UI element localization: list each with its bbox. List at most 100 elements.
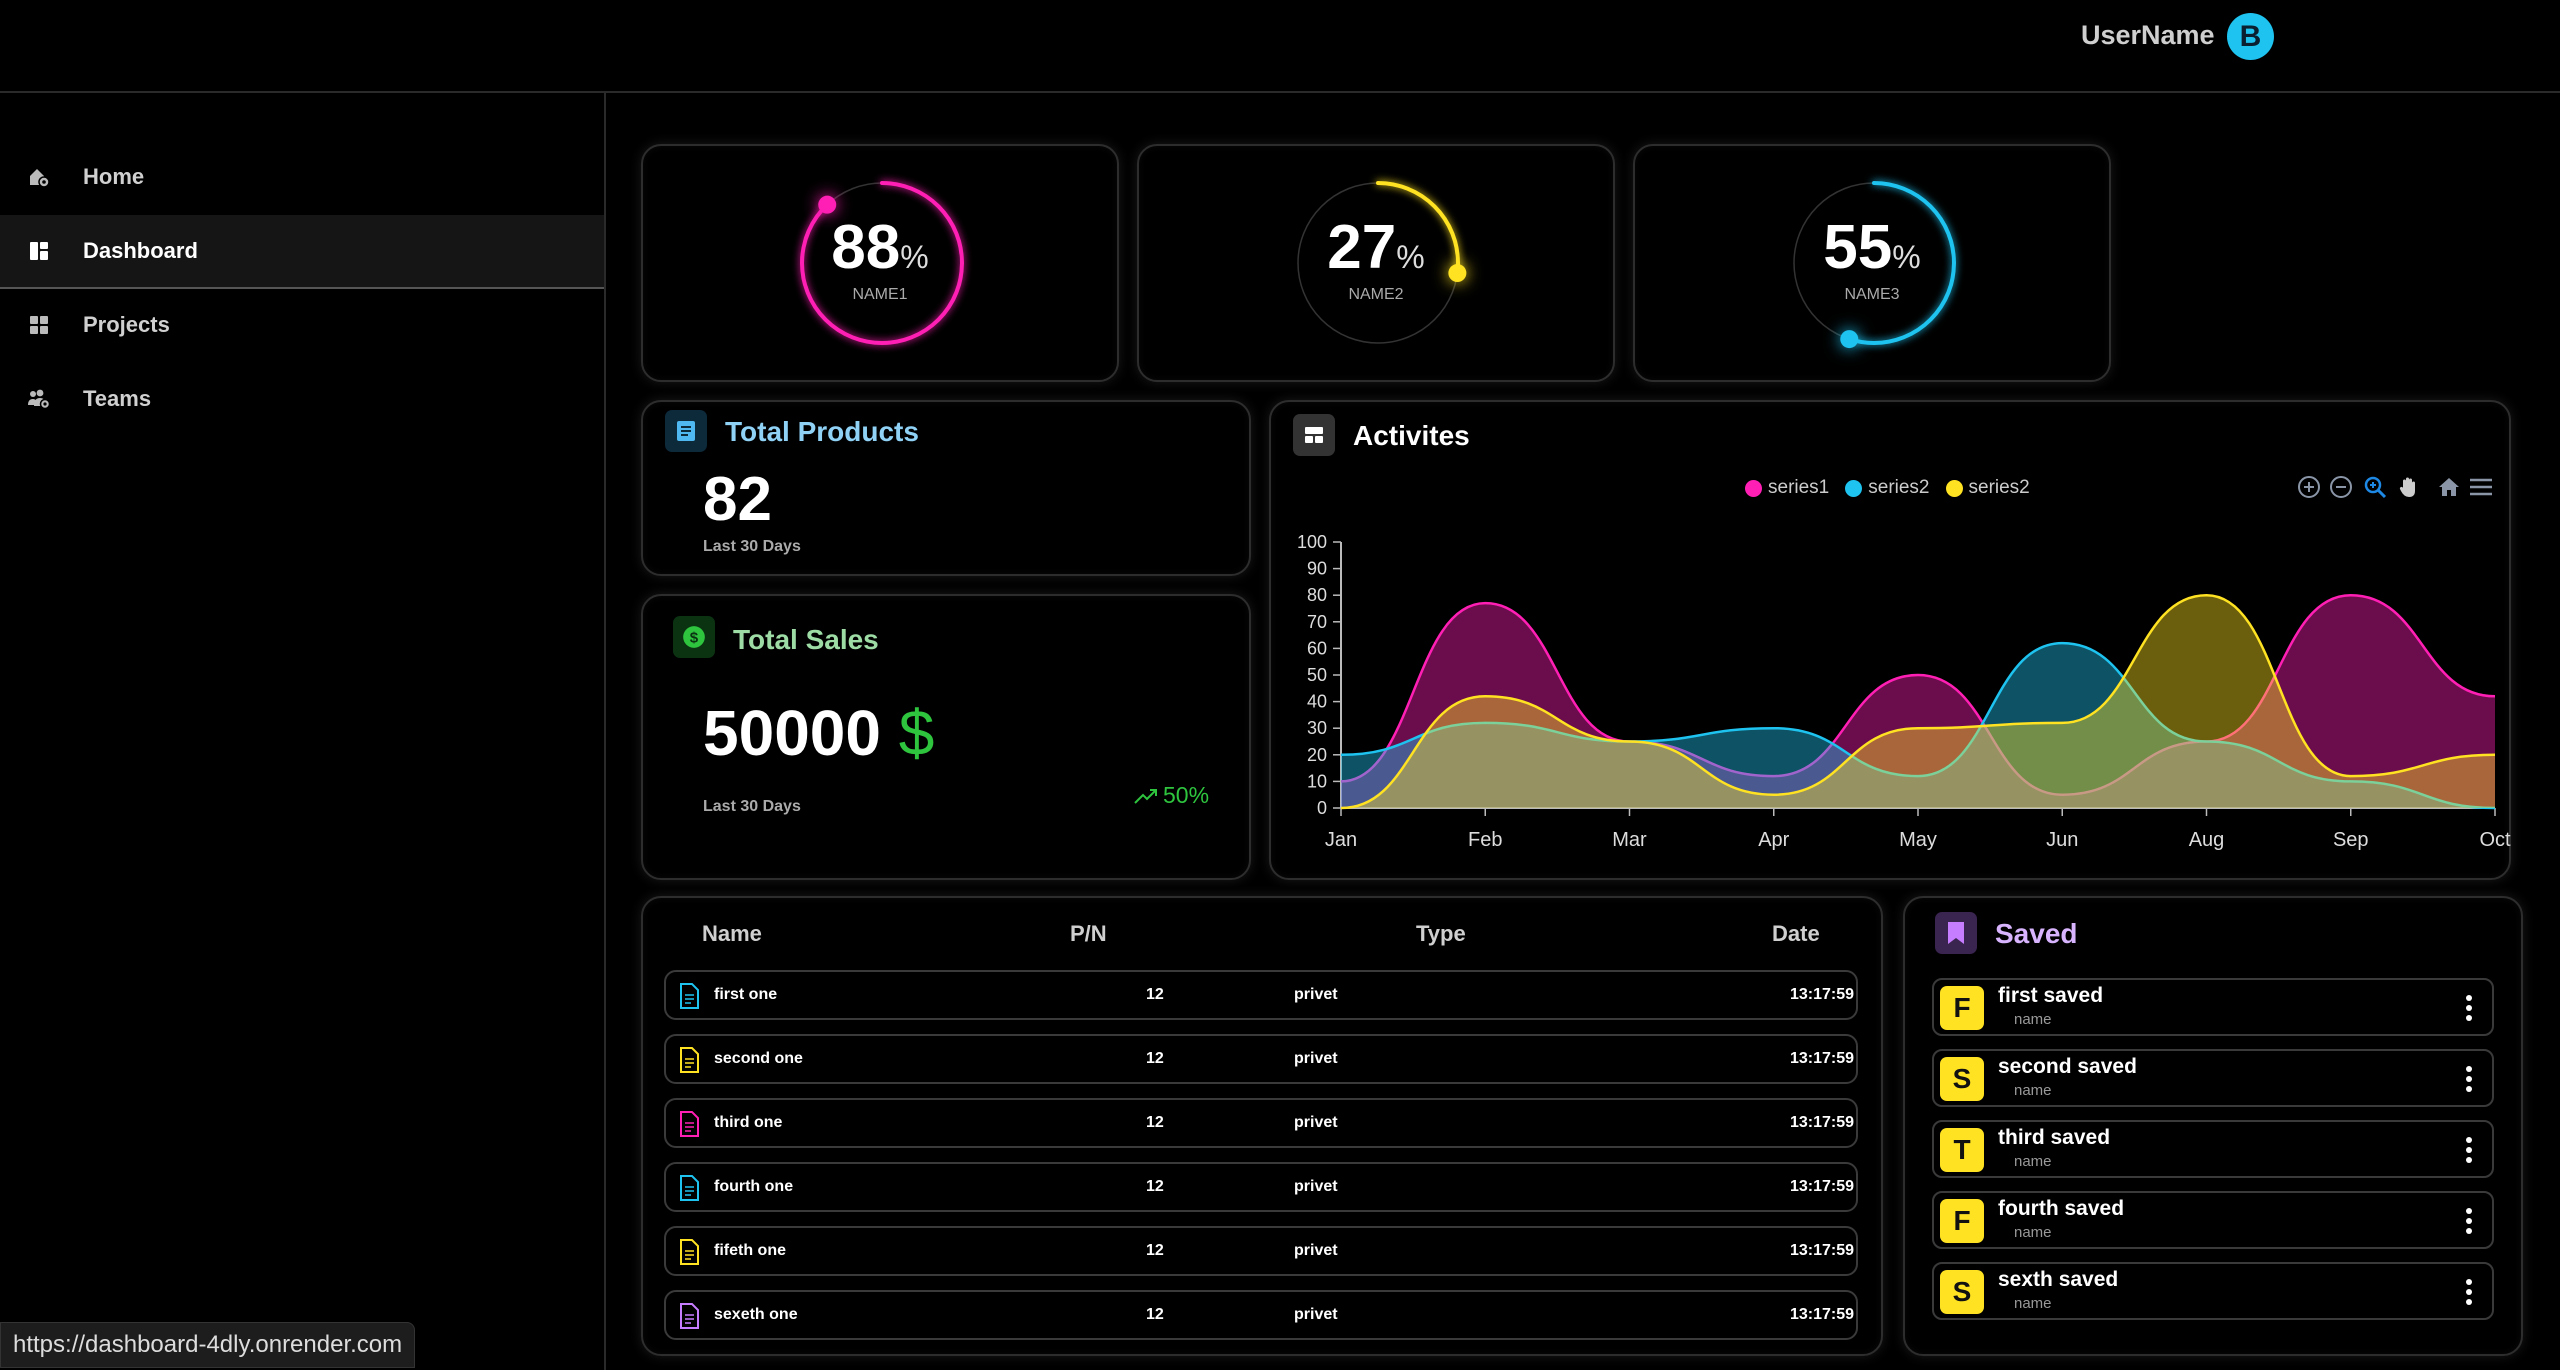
row-pn: 12	[1146, 986, 1164, 1003]
file-icon	[680, 1175, 699, 1201]
x-tick-label: Mar	[1612, 829, 1647, 851]
saved-item-title: fourth saved	[1998, 1197, 2125, 1220]
x-tick-label: May	[1899, 829, 1937, 851]
username-label: UserName	[2081, 20, 2215, 50]
column-header-name[interactable]: Name	[702, 921, 762, 947]
y-tick-label: 100	[1297, 532, 1327, 552]
x-tick-label: Oct	[2479, 829, 2511, 851]
table-row[interactable]: third one 12 privet 13:17:59	[664, 1098, 1858, 1148]
sidebar-item-dashboard[interactable]: Dashboard	[0, 215, 604, 289]
zoom-in-icon[interactable]	[2296, 474, 2322, 500]
saved-letter-badge: T	[1940, 1128, 1984, 1172]
row-date: 13:17:59	[1790, 1306, 1855, 1323]
y-tick-label: 70	[1307, 612, 1327, 632]
activities-area-chart: 0 10 20 30 40 50 60 70 80 90 100 Jan Feb Mar Apr May Jun…	[1297, 532, 2511, 851]
total-sales-value: 50000 $	[703, 697, 935, 769]
gauge-value: 55%	[1823, 213, 1921, 282]
saved-item-subtitle: name	[2014, 1082, 2052, 1099]
total-products-card: Total Products 82 Last 30 Days	[641, 400, 1251, 576]
reset-home-icon[interactable]	[2436, 474, 2462, 500]
gauge-label: NAME2	[1348, 286, 1404, 303]
row-date: 13:17:59	[1790, 1178, 1855, 1195]
saved-item-subtitle: name	[2014, 1011, 2052, 1028]
row-type: privet	[1294, 1242, 1338, 1259]
y-tick-label: 90	[1307, 559, 1327, 579]
gauge-label: NAME1	[852, 286, 908, 303]
bookmark-icon	[1935, 912, 1977, 954]
file-icon	[680, 1111, 699, 1137]
y-tick-label: 50	[1307, 665, 1327, 685]
sidebar-item-projects[interactable]: Projects	[0, 289, 604, 361]
column-header-date[interactable]: Date	[1772, 921, 1820, 947]
saved-item-subtitle: name	[2014, 1295, 2052, 1312]
legend-item-series3[interactable]: series2	[1945, 477, 2030, 499]
y-tick-label: 40	[1307, 692, 1327, 712]
saved-item-title: third saved	[1998, 1126, 2111, 1149]
y-tick-label: 0	[1317, 798, 1327, 818]
y-tick-label: 20	[1307, 745, 1327, 765]
sidebar: Home Dashboard Projects Teams	[0, 93, 606, 1370]
grid-icon	[30, 316, 48, 334]
table-row[interactable]: fifeth one 12 privet 13:17:59	[664, 1226, 1858, 1276]
row-type: privet	[1294, 1178, 1338, 1195]
table-row[interactable]: sexeth one 12 privet 13:17:59	[664, 1290, 1858, 1340]
column-header-type[interactable]: Type	[1416, 921, 1466, 947]
file-icon	[680, 1303, 699, 1329]
trending-up-icon	[1134, 788, 1157, 804]
home-settings-icon	[30, 169, 50, 188]
selection-zoom-icon[interactable]	[2362, 474, 2388, 500]
saved-item[interactable]: Ssecond saved name	[1932, 1049, 2494, 1107]
x-tick-label: Apr	[1758, 829, 1789, 851]
table-row[interactable]: first one 12 privet 13:17:59	[664, 970, 1858, 1020]
pan-hand-icon[interactable]	[2396, 474, 2422, 500]
gauge-card-name3: 55% NAME3	[1633, 144, 2111, 382]
table-row[interactable]: fourth one 12 privet 13:17:59	[664, 1162, 1858, 1212]
row-pn: 12	[1146, 1178, 1164, 1195]
file-icon	[680, 1239, 699, 1265]
sidebar-item-label: Projects	[83, 312, 170, 337]
top-bar: UserName B	[0, 0, 2560, 93]
total-sales-period: Last 30 Days	[703, 798, 801, 815]
row-name: first one	[714, 986, 778, 1003]
legend-item-series1[interactable]: series1	[1745, 477, 1829, 499]
row-type: privet	[1294, 986, 1338, 1003]
more-vertical-icon[interactable]	[2464, 1206, 2474, 1236]
trend-indicator: 50%	[1133, 782, 1209, 809]
link-preview-statusbar: https://dashboard-4dly.onrender.com	[0, 1322, 416, 1368]
saved-item[interactable]: Ffirst saved name	[1932, 978, 2494, 1036]
more-vertical-icon[interactable]	[2464, 1064, 2474, 1094]
more-vertical-icon[interactable]	[2464, 1135, 2474, 1165]
saved-letter-badge: F	[1940, 986, 1984, 1030]
x-tick-label: Sep	[2333, 829, 2369, 851]
total-sales-title: Total Sales	[733, 624, 879, 655]
zoom-out-icon[interactable]	[2328, 474, 2354, 500]
dashboard-icon	[30, 242, 48, 260]
row-type: privet	[1294, 1050, 1338, 1067]
column-header-pn[interactable]: P/N	[1070, 921, 1107, 947]
x-tick-label: Jan	[1325, 829, 1357, 851]
row-name: third one	[714, 1114, 783, 1131]
sidebar-item-label: Dashboard	[83, 238, 198, 263]
menu-icon[interactable]	[2468, 474, 2494, 500]
file-icon	[680, 983, 699, 1009]
saved-item[interactable]: Ffourth saved name	[1932, 1191, 2494, 1249]
saved-item[interactable]: Ssexth saved name	[1932, 1262, 2494, 1320]
table-row[interactable]: second one 12 privet 13:17:59	[664, 1034, 1858, 1084]
legend-item-series2[interactable]: series2	[1845, 477, 1930, 499]
sidebar-item-label: Teams	[83, 386, 152, 411]
saved-item[interactable]: Tthird saved name	[1932, 1120, 2494, 1178]
row-name: fifeth one	[714, 1242, 786, 1259]
gauge-label: NAME3	[1844, 286, 1900, 303]
avatar[interactable]: B	[2227, 13, 2274, 60]
row-name: fourth one	[714, 1178, 794, 1195]
y-tick-label: 30	[1307, 718, 1327, 738]
sidebar-item-home[interactable]: Home	[0, 141, 604, 213]
y-tick-label: 80	[1307, 585, 1327, 605]
gauge-card-name1: 88% NAME1	[641, 144, 1119, 382]
sidebar-item-teams[interactable]: Teams	[0, 363, 604, 435]
more-vertical-icon[interactable]	[2464, 993, 2474, 1023]
more-vertical-icon[interactable]	[2464, 1277, 2474, 1307]
row-date: 13:17:59	[1790, 1242, 1855, 1259]
gauge-value: 27%	[1327, 213, 1425, 282]
row-pn: 12	[1146, 1306, 1164, 1323]
